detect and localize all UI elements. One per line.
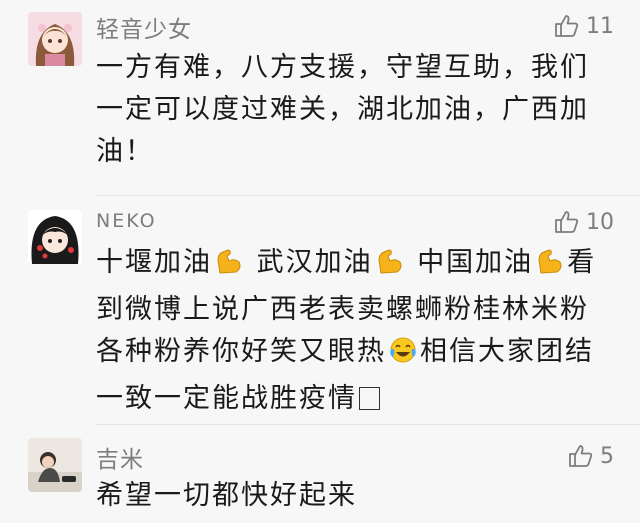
like-button[interactable]: 5 — [568, 441, 614, 471]
like-count: 5 — [600, 443, 614, 469]
like-count: 10 — [586, 209, 614, 235]
username[interactable]: 吉米 — [96, 440, 144, 474]
comment-text-segment: 武汉加油 — [256, 247, 373, 278]
thumbs-up-icon — [568, 443, 594, 469]
username[interactable]: NEKO — [96, 210, 157, 232]
thumbs-up-icon — [554, 209, 580, 235]
like-button[interactable]: 10 — [554, 207, 614, 237]
avatar[interactable] — [28, 438, 82, 492]
comment-text: 一方有难，八方支援，守望互助，我们一定可以度过难关，湖北加油，广西加油！ — [96, 52, 589, 167]
crying-laughing-icon — [388, 335, 418, 378]
like-count: 11 — [586, 13, 614, 39]
divider — [96, 424, 640, 425]
avatar[interactable] — [28, 210, 82, 264]
comment-text: 希望一切都快好起来 — [96, 480, 357, 511]
divider — [96, 195, 640, 196]
flexed-biceps-icon — [535, 246, 565, 289]
comment-text-segment: 中国加油 — [417, 247, 534, 278]
thumbs-up-icon — [554, 13, 580, 39]
flexed-biceps-icon — [214, 246, 244, 289]
flexed-biceps-icon — [375, 246, 405, 289]
missing-glyph-box-icon — [359, 387, 380, 410]
comment-text: 十堰加油 武汉加油 中国加油 看到微博上说广西老表卖螺蛳粉桂林米粉各种粉养你好笑又… — [96, 242, 606, 420]
username[interactable]: 轻音少女 — [96, 10, 192, 44]
like-button[interactable]: 11 — [554, 11, 614, 41]
comment-text-segment: 十堰加油 — [96, 247, 212, 278]
avatar[interactable] — [28, 12, 82, 66]
